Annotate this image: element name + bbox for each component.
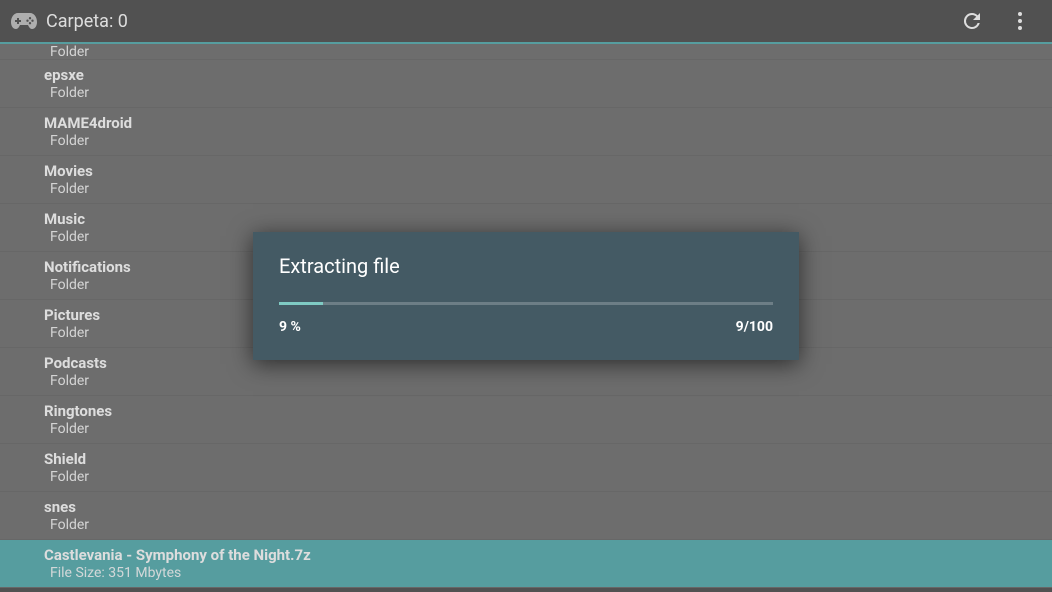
item-name: Ringtones — [44, 402, 1008, 422]
progress-fraction-label: 9/100 — [736, 319, 773, 335]
list-item[interactable]: epsxeFolder — [0, 60, 1052, 108]
item-sub: Folder — [44, 181, 1008, 197]
action-bar: Carpeta: 0 — [0, 0, 1052, 44]
gamepad-icon — [8, 5, 40, 37]
item-name: snes — [44, 498, 1008, 518]
item-sub: Folder — [44, 44, 1008, 60]
item-sub: Folder — [44, 133, 1008, 149]
item-name: Movies — [44, 162, 1008, 182]
item-sub: Folder — [44, 517, 1008, 533]
progress-bar — [279, 302, 773, 305]
progress-fill — [279, 302, 323, 305]
list-item[interactable]: RingtonesFolder — [0, 396, 1052, 444]
item-name: Shield — [44, 450, 1008, 470]
item-sub: File Size: 351 Mbytes — [44, 565, 1008, 581]
more-vert-icon — [1008, 9, 1032, 33]
item-name: Music — [44, 210, 1008, 230]
list-item[interactable]: Castlevania - Symphony of the Night.7zFi… — [0, 540, 1052, 588]
item-name: Castlevania - Symphony of the Night.7z — [44, 546, 1008, 566]
refresh-icon — [960, 9, 984, 33]
item-name: epsxe — [44, 66, 1008, 86]
refresh-button[interactable] — [948, 0, 996, 43]
dialog-title: Extracting file — [279, 254, 773, 278]
progress-labels: 9 % 9/100 — [279, 319, 773, 335]
extract-dialog: Extracting file 9 % 9/100 — [253, 232, 799, 360]
item-name: MAME4droid — [44, 114, 1008, 134]
list-item[interactable]: MoviesFolder — [0, 156, 1052, 204]
page-title: Carpeta: 0 — [46, 11, 948, 32]
progress-percent-label: 9 % — [279, 319, 301, 335]
item-sub: Folder — [44, 85, 1008, 101]
list-item[interactable]: Folder — [0, 44, 1052, 60]
item-sub: Folder — [44, 469, 1008, 485]
list-item[interactable]: MAME4droidFolder — [0, 108, 1052, 156]
item-sub: Folder — [44, 421, 1008, 437]
item-sub: Folder — [44, 373, 1008, 389]
list-item[interactable]: snesFolder — [0, 492, 1052, 540]
overflow-menu-button[interactable] — [996, 0, 1044, 43]
list-item[interactable]: ShieldFolder — [0, 444, 1052, 492]
